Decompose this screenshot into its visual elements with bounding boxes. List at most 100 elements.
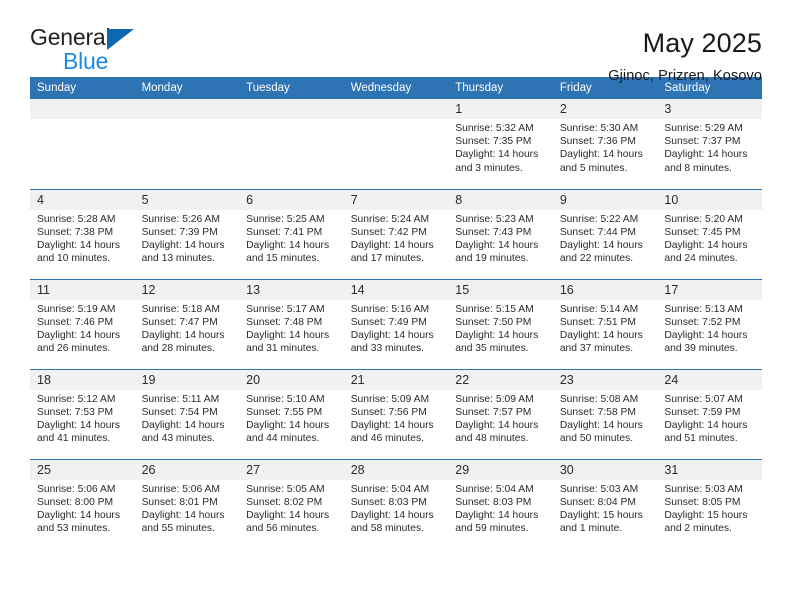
daylight-text: Daylight: 14 hours and 58 minutes. bbox=[350, 509, 434, 535]
calendar-day-cell[interactable]: 21 Sunrise: 5:09 AM Sunset: 7:56 PM Dayligh… bbox=[343, 368, 449, 459]
daylight-text: Daylight: 14 hours and 15 minutes. bbox=[246, 239, 330, 265]
calendar-day-cell[interactable]: 24 Sunrise: 5:07 AM Sunset: 7:59 PM Dayligh… bbox=[657, 368, 762, 459]
daylight-text: Daylight: 14 hours and 5 minutes. bbox=[559, 149, 643, 174]
calendar-day-cell[interactable]: 2 Sunrise: 5:30 AM Sunset: 7:36 PM Daylight… bbox=[552, 99, 658, 189]
sunrise-text: Sunrise: 5:09 AM bbox=[455, 393, 534, 405]
calendar-day-cell[interactable]: 8 Sunrise: 5:23 AM Sunset: 7:43 PM Daylight… bbox=[448, 188, 553, 279]
sunrise-text: Sunrise: 5:04 AM bbox=[455, 483, 534, 495]
calendar-day-cell[interactable]: 17 Sunrise: 5:13 AM Sunset: 7:52 PM Dayligh… bbox=[657, 278, 762, 369]
day-details: Sunrise: 5:03 AM Sunset: 8:05 PM Daylight:… bbox=[657, 480, 762, 536]
daylight-text: Daylight: 14 hours and 56 minutes. bbox=[246, 509, 330, 535]
calendar-day-cell[interactable]: 3 Sunrise: 5:29 AM Sunset: 7:37 PM Daylight… bbox=[657, 99, 762, 189]
day-number: 21 bbox=[343, 369, 449, 390]
daylight-text: Daylight: 14 hours and 44 minutes. bbox=[246, 419, 330, 445]
calendar-day-cell[interactable]: 14 Sunrise: 5:16 AM Sunset: 7:49 PM Dayligh… bbox=[343, 278, 449, 369]
day-details: Sunrise: 5:14 AM Sunset: 7:51 PM Daylight:… bbox=[553, 300, 658, 356]
calendar-day-cell[interactable]: 30 Sunrise: 5:03 AM Sunset: 8:04 PM Dayligh… bbox=[552, 458, 658, 549]
calendar-day-cell[interactable]: 18 Sunrise: 5:12 AM Sunset: 7:53 PM Dayligh… bbox=[30, 368, 135, 459]
calendar-day-cell[interactable]: 26 Sunrise: 5:06 AM Sunset: 8:01 PM Dayligh… bbox=[134, 458, 240, 549]
title-block: May 2025 Gjinoc, Prizren, Kosovo bbox=[608, 26, 762, 84]
calendar-day-cell[interactable]: 4 Sunrise: 5:28 AM Sunset: 7:38 PM Daylight… bbox=[30, 188, 135, 279]
logo-text-blue: Blue bbox=[63, 48, 109, 74]
calendar-day-cell[interactable]: 6 Sunrise: 5:25 AM Sunset: 7:41 PM Daylight… bbox=[239, 188, 344, 279]
calendar-day-cell[interactable]: 20 Sunrise: 5:10 AM Sunset: 7:55 PM Dayligh… bbox=[239, 368, 344, 459]
day-number: 2 bbox=[552, 99, 658, 119]
day-number: 27 bbox=[239, 459, 344, 480]
calendar-day-cell[interactable]: 27 Sunrise: 5:05 AM Sunset: 8:02 PM Dayligh… bbox=[239, 458, 344, 549]
calendar-day-cell[interactable]: 7 Sunrise: 5:24 AM Sunset: 7:42 PM Daylight… bbox=[343, 188, 449, 279]
day-number: 13 bbox=[239, 279, 344, 300]
day-details: Sunrise: 5:17 AM Sunset: 7:48 PM Daylight:… bbox=[239, 300, 344, 356]
sunset-text: Sunset: 7:59 PM bbox=[664, 406, 741, 418]
day-details: Sunrise: 5:13 AM Sunset: 7:52 PM Daylight:… bbox=[657, 300, 762, 356]
general-blue-logo[interactable]: General Blue bbox=[30, 26, 145, 78]
daylight-text: Daylight: 14 hours and 48 minutes. bbox=[455, 419, 539, 445]
day-details: Sunrise: 5:24 AM Sunset: 7:42 PM Daylight:… bbox=[344, 210, 449, 266]
sunset-text: Sunset: 7:49 PM bbox=[350, 316, 427, 328]
sunset-text: Sunset: 7:38 PM bbox=[37, 226, 114, 238]
sunset-text: Sunset: 8:05 PM bbox=[664, 496, 741, 508]
calendar-day-cell[interactable]: 11 Sunrise: 5:19 AM Sunset: 7:46 PM Dayligh… bbox=[30, 278, 135, 369]
calendar-day-cell[interactable]: 25 Sunrise: 5:06 AM Sunset: 8:00 PM Dayligh… bbox=[30, 458, 135, 549]
sunset-text: Sunset: 8:03 PM bbox=[455, 496, 532, 508]
sunrise-text: Sunrise: 5:28 AM bbox=[37, 213, 116, 225]
calendar-day-cell[interactable]: 10 Sunrise: 5:20 AM Sunset: 7:45 PM Dayligh… bbox=[657, 188, 762, 279]
sunrise-text: Sunrise: 5:23 AM bbox=[455, 213, 534, 225]
sunset-text: Sunset: 7:57 PM bbox=[455, 406, 532, 418]
calendar-day-cell[interactable]: 28 Sunrise: 5:04 AM Sunset: 8:03 PM Dayligh… bbox=[343, 458, 449, 549]
daylight-text: Daylight: 14 hours and 24 minutes. bbox=[664, 239, 748, 265]
calendar-day-cell[interactable]: 23 Sunrise: 5:08 AM Sunset: 7:58 PM Dayligh… bbox=[552, 368, 658, 459]
day-details: Sunrise: 5:30 AM Sunset: 7:36 PM Daylight:… bbox=[553, 119, 658, 175]
calendar-week-row: 1 Sunrise: 5:32 AM Sunset: 7:35 PM Daylight… bbox=[30, 99, 762, 189]
day-number bbox=[343, 99, 449, 119]
sunset-text: Sunset: 7:35 PM bbox=[455, 136, 532, 148]
calendar-day-cell[interactable]: 19 Sunrise: 5:11 AM Sunset: 7:54 PM Dayligh… bbox=[134, 368, 240, 459]
sunrise-text: Sunrise: 5:06 AM bbox=[37, 483, 116, 495]
sunset-text: Sunset: 8:03 PM bbox=[350, 496, 427, 508]
daylight-text: Daylight: 14 hours and 43 minutes. bbox=[141, 419, 225, 445]
daylight-text: Daylight: 14 hours and 59 minutes. bbox=[455, 509, 539, 535]
sunset-text: Sunset: 7:43 PM bbox=[455, 226, 532, 238]
calendar-day-cell[interactable]: 16 Sunrise: 5:14 AM Sunset: 7:51 PM Dayligh… bbox=[552, 278, 658, 369]
calendar-week-row: 4 Sunrise: 5:28 AM Sunset: 7:38 PM Daylight… bbox=[30, 188, 762, 279]
sunrise-text: Sunrise: 5:08 AM bbox=[559, 393, 639, 405]
weekday-header-wednesday: Wednesday bbox=[343, 77, 449, 99]
calendar-week-row: 25 Sunrise: 5:06 AM Sunset: 8:00 PM Dayligh… bbox=[30, 458, 762, 549]
sunset-text: Sunset: 7:36 PM bbox=[559, 136, 636, 148]
calendar-day-cell[interactable]: 13 Sunrise: 5:17 AM Sunset: 7:48 PM Dayligh… bbox=[239, 278, 344, 369]
daylight-text: Daylight: 14 hours and 33 minutes. bbox=[350, 329, 434, 355]
daylight-text: Daylight: 14 hours and 51 minutes. bbox=[664, 419, 748, 445]
logo-triangle-icon bbox=[107, 29, 134, 50]
sunset-text: Sunset: 7:58 PM bbox=[559, 406, 636, 418]
day-details: Sunrise: 5:16 AM Sunset: 7:49 PM Daylight:… bbox=[344, 300, 449, 356]
calendar-day-cell[interactable]: 5 Sunrise: 5:26 AM Sunset: 7:39 PM Daylight… bbox=[134, 188, 240, 279]
calendar-day-cell[interactable]: 22 Sunrise: 5:09 AM Sunset: 7:57 PM Dayligh… bbox=[448, 368, 553, 459]
day-details: Sunrise: 5:26 AM Sunset: 7:39 PM Daylight:… bbox=[135, 210, 240, 266]
day-number: 6 bbox=[239, 189, 344, 210]
page-header: General Blue May 2025 Gjinoc, Prizren, K… bbox=[30, 0, 762, 85]
calendar-day-cell[interactable]: 15 Sunrise: 5:15 AM Sunset: 7:50 PM Dayligh… bbox=[448, 278, 553, 369]
day-details: Sunrise: 5:19 AM Sunset: 7:46 PM Daylight:… bbox=[30, 300, 135, 356]
sunrise-text: Sunrise: 5:11 AM bbox=[141, 393, 220, 405]
day-number: 30 bbox=[552, 459, 658, 480]
calendar-day-cell[interactable]: 9 Sunrise: 5:22 AM Sunset: 7:44 PM Daylight… bbox=[552, 188, 658, 279]
sunrise-text: Sunrise: 5:04 AM bbox=[350, 483, 430, 495]
day-details: Sunrise: 5:29 AM Sunset: 7:37 PM Daylight:… bbox=[657, 119, 762, 175]
day-number: 7 bbox=[343, 189, 449, 210]
daylight-text: Daylight: 14 hours and 39 minutes. bbox=[664, 329, 748, 355]
sunrise-text: Sunrise: 5:12 AM bbox=[37, 393, 116, 405]
day-details bbox=[30, 119, 135, 122]
day-number: 11 bbox=[30, 279, 135, 300]
day-number: 26 bbox=[134, 459, 240, 480]
sunrise-text: Sunrise: 5:13 AM bbox=[664, 303, 743, 315]
day-details: Sunrise: 5:04 AM Sunset: 8:03 PM Daylight:… bbox=[344, 480, 449, 536]
calendar-cell-empty bbox=[30, 99, 135, 189]
calendar-day-cell[interactable]: 31 Sunrise: 5:03 AM Sunset: 8:05 PM Dayligh… bbox=[657, 458, 762, 549]
logo-text-general: General bbox=[30, 24, 111, 50]
calendar-day-cell[interactable]: 29 Sunrise: 5:04 AM Sunset: 8:03 PM Dayligh… bbox=[448, 458, 553, 549]
day-number: 12 bbox=[134, 279, 240, 300]
calendar-day-cell[interactable]: 1 Sunrise: 5:32 AM Sunset: 7:35 PM Daylight… bbox=[448, 99, 553, 189]
calendar-day-cell[interactable]: 12 Sunrise: 5:18 AM Sunset: 7:47 PM Dayligh… bbox=[134, 278, 240, 369]
day-number bbox=[134, 99, 240, 119]
day-details bbox=[344, 119, 449, 122]
